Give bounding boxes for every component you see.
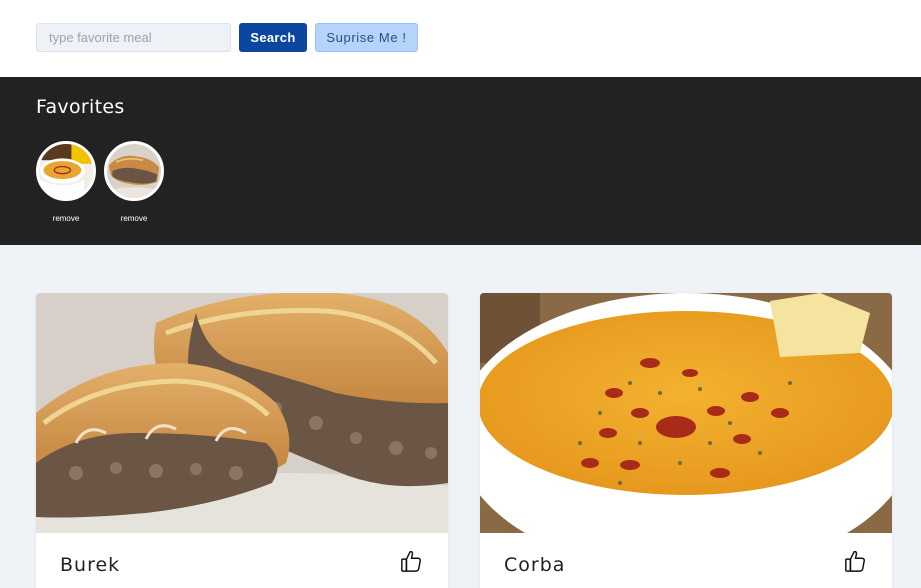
meal-name: Corba (504, 554, 566, 576)
burek-thumbnail-image (107, 144, 161, 198)
favorite-thumbnail[interactable] (104, 141, 164, 201)
surprise-me-button[interactable]: Suprise Me ! (315, 23, 418, 52)
favorites-title: Favorites (36, 96, 125, 118)
favorite-item: remove (104, 141, 164, 223)
favorites-section: Favorites remove remove (0, 77, 921, 245)
soup-thumbnail-image (39, 144, 93, 198)
corba-soup-image (480, 293, 892, 533)
remove-favorite-link[interactable]: remove (104, 214, 164, 223)
search-button[interactable]: Search (239, 23, 307, 52)
remove-favorite-link[interactable]: remove (36, 214, 96, 223)
meal-image (36, 293, 448, 533)
thumbs-up-icon[interactable] (400, 549, 422, 573)
meal-card: Corba (480, 293, 892, 588)
meal-name: Burek (60, 554, 121, 576)
thumbs-up-icon[interactable] (844, 549, 866, 573)
meal-image (480, 293, 892, 533)
burek-image (36, 293, 448, 533)
search-bar: Search Suprise Me ! (0, 0, 921, 77)
search-input[interactable] (36, 23, 231, 52)
favorite-thumbnail[interactable] (36, 141, 96, 201)
favorite-item: remove (36, 141, 96, 223)
meal-card: Burek (36, 293, 448, 588)
